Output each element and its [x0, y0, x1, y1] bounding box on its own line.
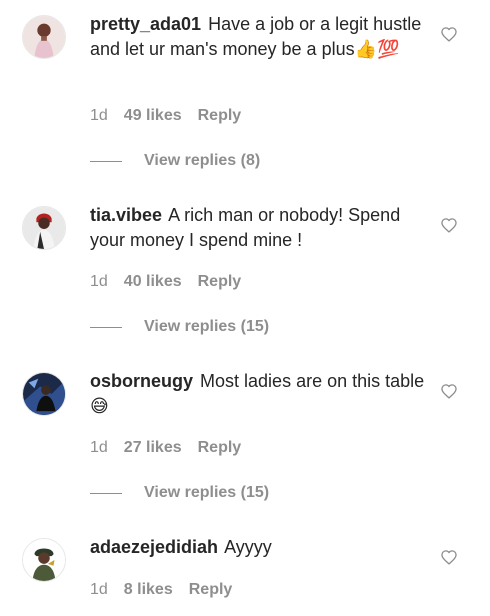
comment-text: adaezejedidiah Ayyyy: [90, 535, 430, 560]
reply-button[interactable]: Reply: [198, 273, 242, 291]
reply-button[interactable]: Reply: [198, 439, 242, 457]
comment-meta: 1d 8 likes Reply: [90, 580, 232, 600]
comment-item: osborneugy Most ladies are on this table…: [0, 357, 490, 523]
view-replies-label: View replies (15): [144, 318, 270, 335]
heart-outline-icon[interactable]: [440, 26, 458, 42]
comment-username[interactable]: osborneugy: [90, 371, 193, 391]
comment-item: pretty_ada01 Have a job or a legit hustl…: [0, 0, 490, 169]
replies-divider: [90, 326, 122, 328]
comment-username[interactable]: adaezejedidiah: [90, 537, 218, 557]
comment-item: tia.vibee A rich man or nobody! Spend yo…: [0, 191, 490, 357]
likes-count[interactable]: 40 likes: [124, 273, 182, 291]
view-replies-label: View replies (15): [144, 484, 270, 501]
comment-meta: 1d 40 likes Reply: [90, 272, 241, 292]
avatar[interactable]: [22, 538, 66, 582]
view-replies-button[interactable]: View replies (15): [90, 317, 269, 337]
heart-outline-icon[interactable]: [440, 549, 458, 565]
comment-time: 1d: [90, 107, 108, 124]
comment-time: 1d: [90, 273, 108, 290]
reply-button[interactable]: Reply: [189, 581, 233, 599]
comment-meta: 1d 27 likes Reply: [90, 438, 241, 458]
comment-text: osborneugy Most ladies are on this table…: [90, 369, 430, 418]
view-replies-button[interactable]: View replies (8): [90, 151, 260, 171]
heart-outline-icon[interactable]: [440, 217, 458, 233]
view-replies-label: View replies (8): [144, 152, 261, 169]
avatar[interactable]: [22, 372, 66, 416]
reply-button[interactable]: Reply: [198, 107, 242, 125]
comment-username[interactable]: tia.vibee: [90, 205, 162, 225]
comment-text: pretty_ada01 Have a job or a legit hustl…: [90, 12, 430, 61]
likes-count[interactable]: 49 likes: [124, 107, 182, 125]
likes-count[interactable]: 27 likes: [124, 439, 182, 457]
comment-username[interactable]: pretty_ada01: [90, 14, 201, 34]
comment-time: 1d: [90, 439, 108, 456]
comment-text: tia.vibee A rich man or nobody! Spend yo…: [90, 203, 430, 252]
view-replies-button[interactable]: View replies (15): [90, 483, 269, 503]
comments-feed: pretty_ada01 Have a job or a legit hustl…: [0, 0, 490, 616]
replies-divider: [90, 492, 122, 494]
avatar[interactable]: [22, 206, 66, 250]
comment-time: 1d: [90, 581, 108, 598]
likes-count[interactable]: 8 likes: [124, 581, 173, 599]
replies-divider: [90, 160, 122, 162]
heart-outline-icon[interactable]: [440, 383, 458, 399]
avatar[interactable]: [22, 15, 66, 59]
comment-body: Ayyyy: [224, 537, 272, 557]
comment-item: adaezejedidiah Ayyyy 1d 8 likes Reply: [0, 523, 490, 616]
comment-meta: 1d 49 likes Reply: [90, 106, 241, 126]
